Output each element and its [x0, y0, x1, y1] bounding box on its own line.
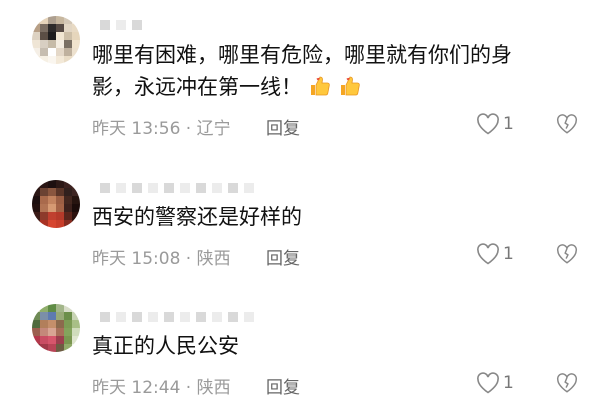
heart-icon [477, 113, 499, 135]
like-count: 1 [503, 244, 514, 264]
dislike-button[interactable] [556, 113, 578, 140]
comment-time-location: 昨天 13:56 · 辽宁 [92, 119, 231, 139]
username-blurred[interactable] [100, 183, 254, 193]
like-count: 1 [503, 373, 514, 393]
broken-heart-icon [556, 244, 578, 264]
avatar[interactable] [32, 304, 80, 352]
reply-button[interactable]: 回复 [266, 244, 300, 269]
comment-meta: 昨天 15:08 · 陕西 回复 1 [92, 243, 578, 269]
heart-icon [477, 243, 499, 265]
like-button[interactable]: 1 [476, 372, 514, 394]
thumbs-up-icon [308, 74, 332, 98]
comment-text: 哪里有困难，哪里有危险，哪里就有你们的身 影，永远冲在第一线！ [92, 39, 572, 103]
avatar[interactable] [32, 180, 80, 228]
comment-meta: 昨天 13:56 · 辽宁 回复 1 [92, 113, 578, 139]
heart-icon [477, 372, 499, 394]
comment-text-line1: 西安的警察还是好样的 [92, 205, 302, 229]
dislike-button[interactable] [556, 372, 578, 399]
comment-text-line1: 真正的人民公安 [92, 334, 239, 358]
like-button[interactable]: 1 [476, 113, 514, 135]
comment-meta: 昨天 12:44 · 陕西 回复 1 [92, 372, 578, 398]
like-button[interactable]: 1 [476, 243, 514, 265]
reply-button[interactable]: 回复 [266, 114, 300, 139]
broken-heart-icon [556, 114, 578, 134]
comment-text: 西安的警察还是好样的 [92, 201, 572, 233]
reply-button[interactable]: 回复 [266, 373, 300, 398]
dislike-button[interactable] [556, 243, 578, 270]
comment-time-location: 昨天 15:08 · 陕西 [92, 249, 231, 269]
comment-text: 真正的人民公安 [92, 330, 572, 362]
avatar[interactable] [32, 16, 80, 64]
thumbs-up-icon [338, 74, 362, 98]
username-blurred[interactable] [100, 312, 254, 322]
comment-time-location: 昨天 12:44 · 陕西 [92, 378, 231, 398]
like-count: 1 [503, 114, 514, 134]
comment-text-line1: 哪里有困难，哪里有危险，哪里就有你们的身 [92, 43, 512, 67]
broken-heart-icon [556, 373, 578, 393]
username-blurred[interactable] [100, 20, 142, 30]
comment-text-line2: 影，永远冲在第一线！ [92, 75, 302, 99]
